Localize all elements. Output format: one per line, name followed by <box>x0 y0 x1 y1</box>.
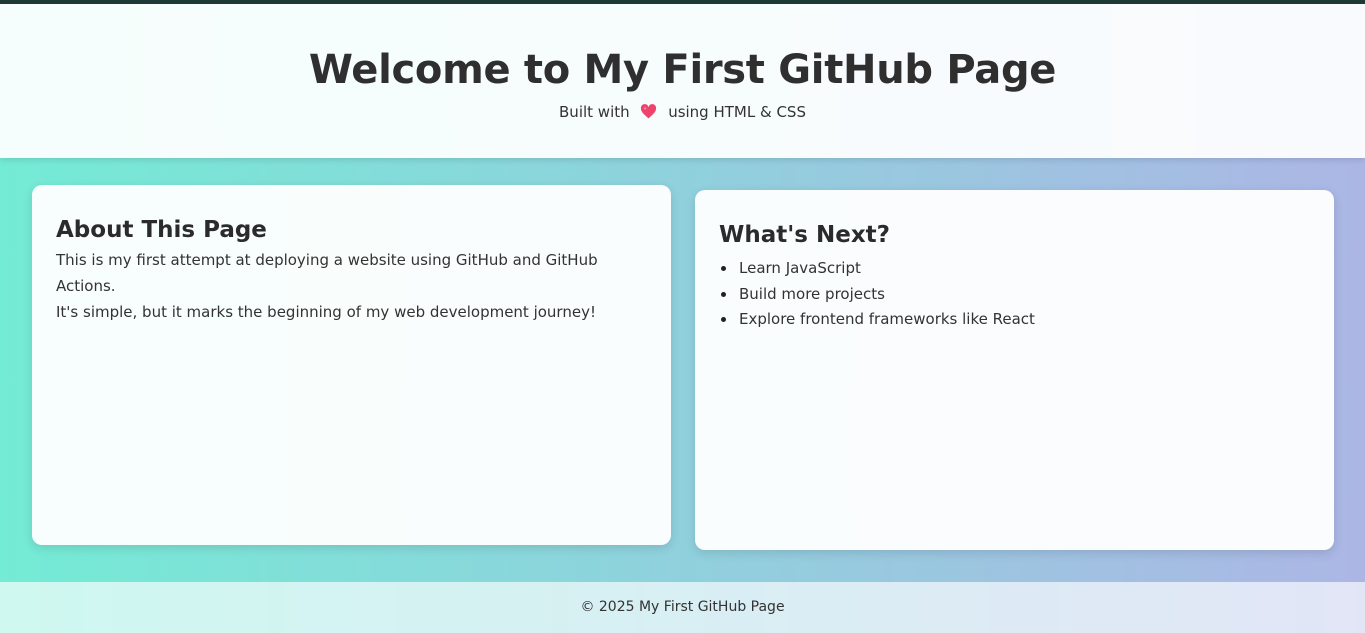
about-card: About This Page This is my first attempt… <box>32 185 671 545</box>
whats-next-heading: What's Next? <box>719 222 891 248</box>
whats-next-card: What's Next? Learn JavaScript Build more… <box>695 190 1334 550</box>
about-paragraph: This is my first attempt at deploying a … <box>56 247 647 325</box>
page-footer: © 2025 My First GitHub Page <box>0 582 1365 633</box>
list-item: Build more projects <box>719 282 1310 308</box>
subtitle-prefix: Built with <box>559 103 630 121</box>
page-title: Welcome to My First GitHub Page <box>308 47 1057 93</box>
about-line-2: It's simple, but it marks the beginning … <box>56 303 596 321</box>
page-subtitle: Built with using HTML & CSS <box>0 102 1365 124</box>
subtitle-suffix: using HTML & CSS <box>668 103 806 121</box>
about-heading: About This Page <box>56 217 267 243</box>
list-item: Learn JavaScript <box>719 256 1310 282</box>
footer-copyright: © 2025 My First GitHub Page <box>580 599 785 615</box>
whats-next-list: Learn JavaScript Build more projects Exp… <box>719 256 1310 333</box>
page-header: Welcome to My First GitHub Page Built wi… <box>0 4 1365 158</box>
heart-icon <box>640 104 657 124</box>
about-line-1: This is my first attempt at deploying a … <box>56 251 598 295</box>
list-item: Explore frontend frameworks like React <box>719 307 1310 333</box>
